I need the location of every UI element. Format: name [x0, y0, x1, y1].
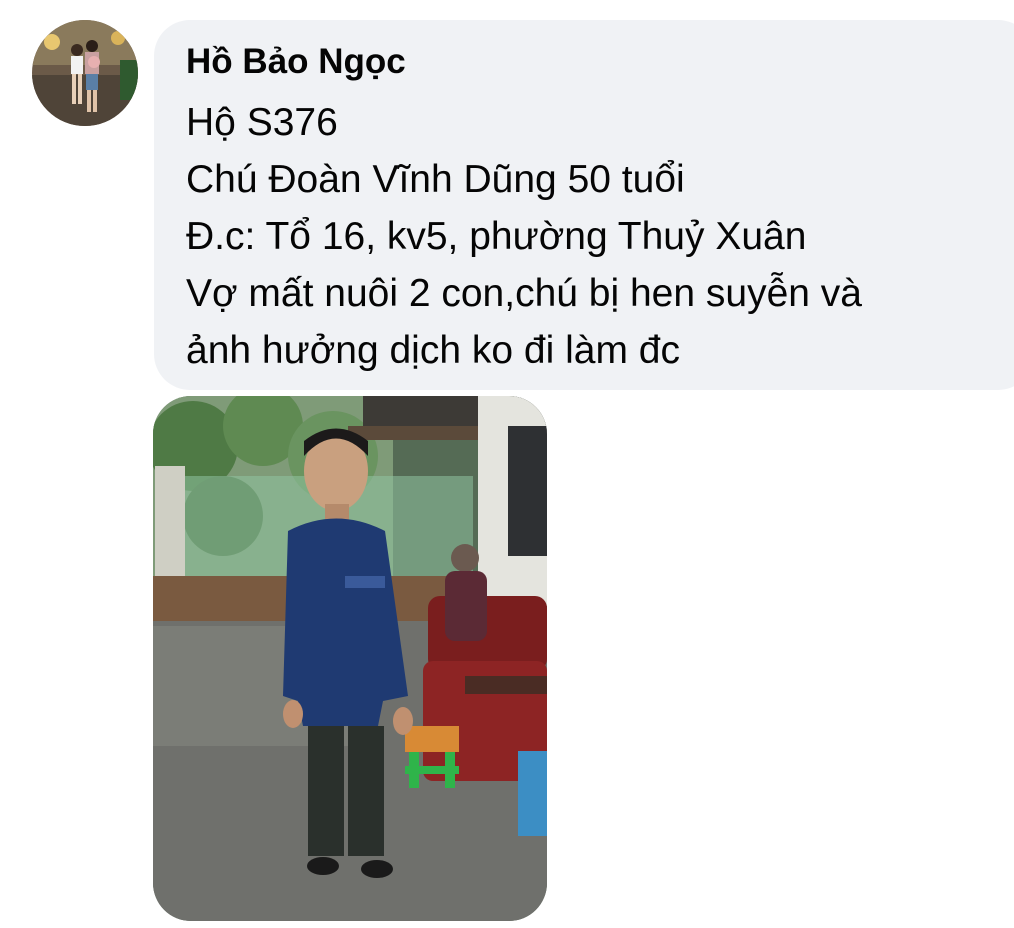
- comment-line-household: Hộ S376: [186, 101, 338, 144]
- comment-line-situation: Vợ mất nuôi 2 con,chú bị hen suyễn và: [186, 272, 862, 315]
- avatar-photo: [32, 20, 138, 126]
- author-avatar[interactable]: [32, 20, 138, 126]
- comment-line-name: Chú Đoàn Vĩnh Dũng 50 tuổi: [186, 158, 685, 201]
- comment-line-address: Đ.c: Tổ 16, kv5, phường Thuỷ Xuân: [186, 215, 807, 258]
- comment-author-name[interactable]: Hồ Bảo Ngọc: [186, 40, 1014, 84]
- photo-image: [153, 396, 547, 921]
- comment-bubble: Hồ Bảo Ngọc Hộ S376 Chú Đoàn Vĩnh Dũng 5…: [154, 20, 1014, 390]
- comment-line-situation-cont: ảnh hưởng dịch ko đi làm đc: [186, 329, 680, 372]
- attached-photo[interactable]: [153, 396, 547, 921]
